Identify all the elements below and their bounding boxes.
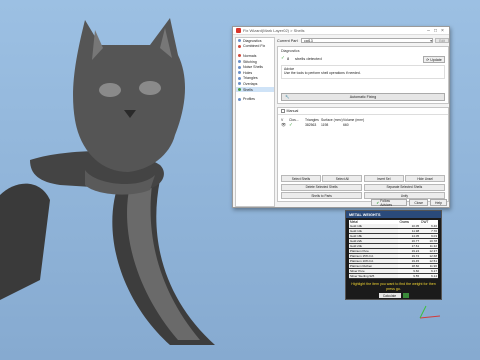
- diagnostic-row: ✓ 8 shells detected: [281, 55, 445, 61]
- follow-advices-label: Follow Advices: [380, 198, 393, 207]
- nav-label: Profiles: [243, 97, 255, 102]
- nav-label: Overlaps: [243, 81, 258, 86]
- manual-header[interactable]: Manual: [278, 108, 448, 115]
- update-button[interactable]: ⟳ Update: [423, 56, 445, 63]
- nav-label: Noise Shells: [243, 65, 263, 70]
- fix-nav-list: Diagnostics Combined Fix Normals Stitchi…: [235, 37, 275, 207]
- nav-status-icon: [238, 88, 241, 92]
- close-window-button[interactable]: ×: [439, 28, 446, 34]
- app-icon: [236, 28, 241, 33]
- nav-status-icon: [238, 65, 241, 69]
- metal-hint-text: Highlight the item you want to find the …: [351, 282, 436, 291]
- metal-name: Silver Sterling 925: [349, 273, 399, 280]
- col-volume: Volume (mm³): [343, 117, 365, 122]
- triangles-value: 382563: [305, 122, 317, 127]
- volume-value: 660: [343, 122, 349, 127]
- nav-label: Diagnostics: [243, 38, 262, 43]
- invert-sel-button[interactable]: Invert Sel: [363, 175, 404, 182]
- unify-button[interactable]: Unify: [363, 192, 445, 199]
- dialog-titlebar: Fix Wizard(Mark Layer02) > Shells – □ ×: [233, 27, 449, 35]
- manual-checkbox[interactable]: [281, 109, 285, 113]
- chevron-down-icon: ▾: [430, 38, 432, 43]
- nav-item-profiles[interactable]: Profiles: [236, 96, 274, 102]
- nav-status-icon: [238, 54, 241, 58]
- nav-status-icon: [238, 71, 241, 75]
- update-label: Update: [430, 57, 442, 62]
- select-shells-button[interactable]: Select Shells: [281, 175, 321, 182]
- table-row[interactable]: 👁 ✓ 382563 1198 660: [281, 121, 445, 128]
- eye-icon[interactable]: 👁: [281, 122, 289, 127]
- calculate-row: Calculate: [346, 293, 441, 299]
- col-triangles: Triangles: [305, 117, 319, 122]
- check-icon: ✓: [289, 121, 293, 127]
- advice-text: Use the tools to perform shell operation…: [284, 71, 361, 75]
- nav-label: Triangles: [243, 76, 258, 81]
- calculate-button[interactable]: Calculate: [378, 293, 401, 299]
- nav-status-icon: [238, 44, 241, 48]
- follow-advices-button[interactable]: ✔ Follow Advices: [371, 198, 408, 207]
- metal-weights-window: METAL WEIGHTS Metal Grams DWT Gold 10k 10…: [345, 210, 442, 300]
- nav-status-icon: [238, 60, 241, 64]
- hide-unsel-button[interactable]: Hide Unsel: [405, 175, 445, 182]
- shell-buttons: Select Shells Select All Invert Sel Hide…: [281, 175, 445, 199]
- advice-box: Advice Use the tools to perform shell op…: [281, 65, 445, 79]
- check-icon: ✔: [376, 200, 380, 205]
- minimize-button[interactable]: –: [425, 28, 432, 34]
- current-part-row: Current Part cat13 ▾ Edit: [277, 37, 449, 44]
- nav-status-icon: [238, 39, 241, 43]
- nav-label: Holes: [243, 70, 253, 75]
- dialog-title: Fix Wizard(Mark Layer02) > Shells: [243, 28, 305, 33]
- current-part-value: cat13: [304, 38, 313, 43]
- diagnostics-panel: Diagnostics ✓ 8 shells detected ⟳ Update…: [277, 46, 449, 104]
- shell-count: 8: [287, 55, 290, 61]
- separate-selected-shells-button[interactable]: Separate Selected Shells: [363, 183, 445, 191]
- help-button[interactable]: Help: [430, 199, 447, 206]
- automatic-fixing-button[interactable]: 🔧 Automatic Fixing: [281, 93, 445, 101]
- current-part-select[interactable]: cat13 ▾: [301, 37, 433, 44]
- grams-value: 9.55: [398, 273, 421, 280]
- select-all-button[interactable]: Select All: [322, 175, 363, 182]
- manual-shells-panel: Manual V Clos... Triangles Surface (mm²)…: [277, 107, 449, 202]
- current-part-label: Current Part: [277, 38, 298, 43]
- nav-status-icon: [238, 82, 241, 86]
- delete-selected-shells-button[interactable]: Delete Selected Shells: [281, 183, 363, 191]
- diagnostics-heading: Diagnostics: [281, 49, 300, 53]
- edit-button[interactable]: Edit: [435, 37, 449, 44]
- table-row[interactable]: Silver Sterling 925 9.55 6.14: [349, 273, 438, 280]
- main-pane: Current Part cat13 ▾ Edit Diagnostics ✓ …: [277, 37, 449, 207]
- nav-status-icon: [238, 97, 241, 101]
- refresh-icon: ⟳: [426, 57, 430, 62]
- nav-label: Shells: [243, 87, 253, 92]
- shells-to-parts-button[interactable]: Shells to Parts: [281, 192, 363, 199]
- automatic-fixing-label: Automatic Fixing: [349, 95, 377, 99]
- fix-wizard-dialog: Fix Wizard(Mark Layer02) > Shells – □ × …: [232, 26, 450, 208]
- nav-label: Stitching: [243, 59, 257, 64]
- nav-label: Normals: [243, 53, 257, 58]
- surface-value: 1198: [321, 122, 329, 127]
- metal-weights-table: Metal Grams DWT Gold 10k 10.05 6.46 Gold 1…: [349, 220, 438, 280]
- col-surface: Surface (mm²): [321, 117, 343, 122]
- calculator-icon[interactable]: [402, 293, 409, 299]
- col-visible: V: [281, 117, 284, 122]
- wrench-icon: 🔧: [285, 95, 290, 99]
- maximize-button[interactable]: □: [432, 28, 439, 34]
- shell-table: V Clos... Triangles Surface (mm²) Volume…: [281, 117, 445, 128]
- dialog-footer: ✔ Follow Advices Close Help: [369, 198, 447, 207]
- nav-label: Combined Fix: [243, 44, 266, 49]
- metal-weights-title: METAL WEIGHTS: [346, 211, 441, 218]
- dwt-value: 6.14: [420, 273, 438, 280]
- nav-status-icon: [238, 76, 241, 80]
- manual-label: Manual: [286, 109, 299, 113]
- close-button[interactable]: Close: [409, 199, 429, 206]
